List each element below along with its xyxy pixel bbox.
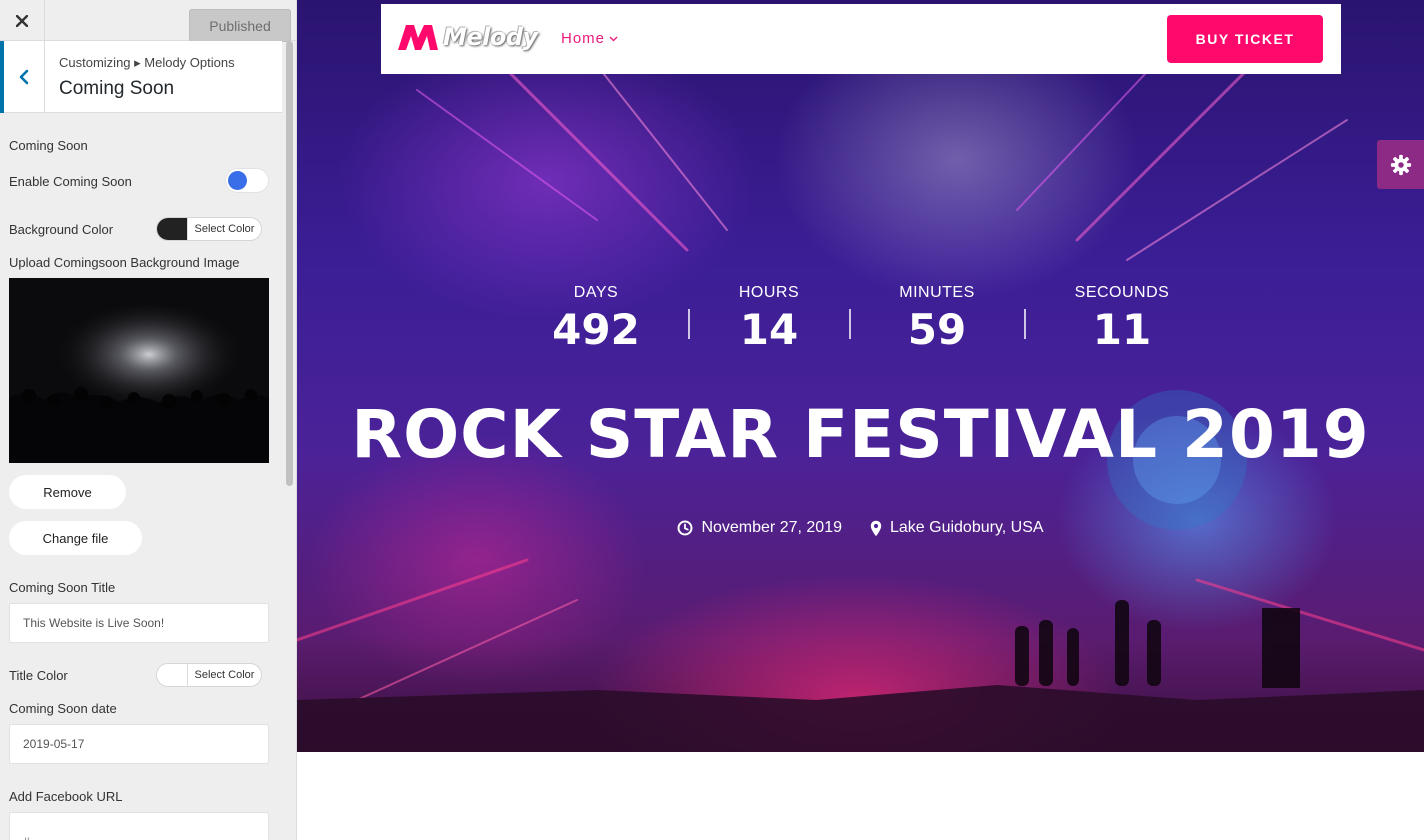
customizer-panel: Published Customizing ▸ Melody Options C… — [0, 0, 297, 840]
panel-header: Published — [0, 0, 296, 42]
chevron-left-icon — [19, 69, 29, 85]
coming-soon-heading: Coming Soon — [9, 138, 88, 153]
countdown-divider — [688, 309, 690, 339]
gear-icon — [1390, 154, 1411, 175]
title-color-swatch — [157, 664, 188, 686]
coming-soon-title-label: Coming Soon Title — [9, 580, 116, 595]
hero-section: Melody Home BUY TICKET DAYS 492 HOURS 14… — [297, 0, 1424, 752]
facebook-url-label: Add Facebook URL — [9, 789, 123, 804]
section-header: Customizing ▸ Melody Options Coming Soon — [0, 41, 282, 113]
countdown-minutes: MINUTES 59 — [877, 284, 997, 352]
enable-coming-soon-toggle[interactable] — [225, 168, 269, 193]
countdown-value: 492 — [552, 305, 640, 354]
event-date-text: November 27, 2019 — [701, 519, 842, 536]
event-title: ROCK STAR FESTIVAL 2019 — [351, 396, 1370, 473]
countdown-label: HOURS — [738, 284, 800, 301]
facebook-url-input[interactable]: # — [9, 812, 269, 840]
countdown-seconds: SECOUNDS 11 — [1062, 284, 1182, 352]
melody-logo-icon — [398, 25, 438, 50]
countdown-value: 14 — [739, 305, 799, 354]
event-meta: November 27, 2019 Lake Guidobury, USA — [297, 519, 1424, 537]
section-title: Coming Soon — [59, 78, 175, 99]
breadcrumb: Customizing ▸ Melody Options — [59, 55, 235, 70]
countdown-days: DAYS 492 — [536, 284, 656, 352]
select-color-label: Select Color — [194, 223, 255, 235]
remove-image-button[interactable]: Remove — [9, 475, 126, 509]
back-button[interactable] — [0, 41, 45, 113]
countdown-value: 59 — [907, 305, 967, 354]
event-location-text: Lake Guidobury, USA — [889, 519, 1044, 536]
change-file-button[interactable]: Change file — [9, 521, 142, 555]
settings-tab[interactable] — [1377, 140, 1424, 189]
background-color-swatch — [157, 218, 188, 240]
panel-scrollbar[interactable] — [285, 41, 295, 840]
stage-lights-background — [297, 39, 1424, 752]
site-preview: Melody Home BUY TICKET DAYS 492 HOURS 14… — [297, 0, 1424, 840]
countdown-divider — [849, 309, 851, 339]
countdown-label: SECOUNDS — [1074, 284, 1170, 301]
background-color-label: Background Color — [9, 222, 114, 237]
buy-ticket-button[interactable]: BUY TICKET — [1167, 15, 1323, 63]
clock-icon — [677, 520, 693, 536]
map-pin-icon — [870, 520, 882, 536]
background-image-preview — [9, 278, 269, 463]
site-logo[interactable]: Melody — [397, 22, 538, 52]
scrollbar-thumb[interactable] — [286, 41, 293, 486]
publish-button[interactable]: Published — [189, 9, 291, 42]
chevron-down-icon — [609, 36, 618, 41]
close-icon — [16, 14, 28, 27]
concert-thumbnail — [9, 278, 269, 463]
coming-soon-date-label: Coming Soon date — [9, 701, 117, 716]
logo-text: Melody — [443, 23, 538, 51]
nav-item-home[interactable]: Home — [561, 30, 618, 47]
event-date: November 27, 2019 — [677, 519, 842, 537]
enable-coming-soon-label: Enable Coming Soon — [9, 174, 132, 189]
countdown-value: 11 — [1092, 305, 1152, 354]
app-root: Published Customizing ▸ Melody Options C… — [0, 0, 1424, 840]
title-color-picker[interactable]: Select Color — [156, 663, 262, 687]
upload-background-label: Upload Comingsoon Background Image — [9, 255, 240, 270]
countdown-divider — [1024, 309, 1026, 339]
select-color-label: Select Color — [194, 669, 255, 681]
countdown-label: MINUTES — [899, 284, 975, 301]
toggle-knob — [228, 171, 247, 190]
countdown-hours: HOURS 14 — [709, 284, 829, 352]
close-customizer-button[interactable] — [0, 0, 45, 41]
event-location: Lake Guidobury, USA — [870, 519, 1044, 537]
site-navbar: Melody Home BUY TICKET — [381, 4, 1341, 74]
title-color-label: Title Color — [9, 668, 68, 683]
countdown-label: DAYS — [573, 284, 619, 301]
background-color-picker[interactable]: Select Color — [156, 217, 262, 241]
coming-soon-date-input[interactable]: 2019-05-17 — [9, 724, 269, 764]
nav-home-label: Home — [561, 30, 606, 47]
coming-soon-title-input[interactable]: This Website is Live Soon! — [9, 603, 269, 643]
